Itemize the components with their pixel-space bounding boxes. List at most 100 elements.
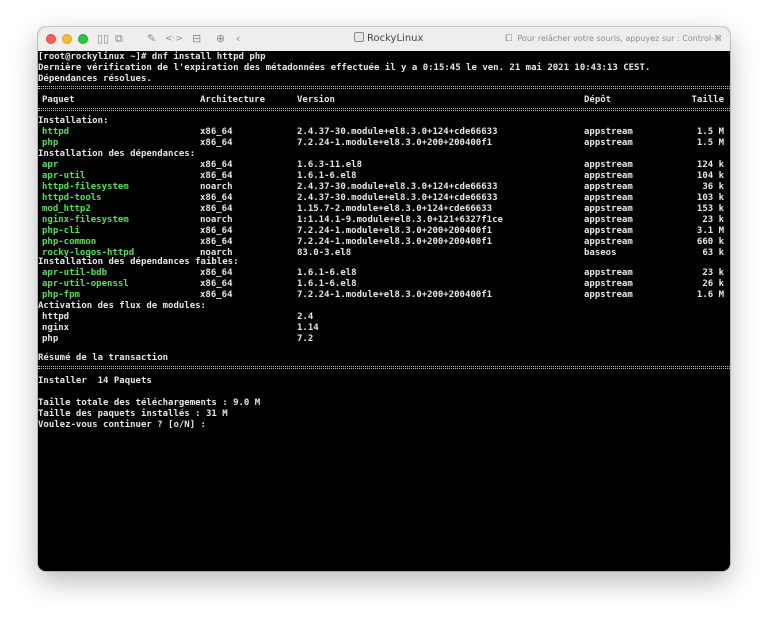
package-row: php-common x86_64 7.2.24-1.module+el8.3.0+… [38,237,730,248]
arrows-icon[interactable]: <·> [165,31,183,47]
package-version: 2.4.37-30.module+el8.3.0+124+cde66633 [297,193,498,203]
back-icon[interactable]: ‹ [236,31,240,47]
package-name: php-cli [42,226,80,236]
wrench-icon[interactable]: ✎ [147,31,156,47]
package-size: 3.1 M [696,226,724,236]
package-arch: x86_64 [200,279,233,289]
package-version: 83.0-3.el8 [297,248,352,258]
package-name: nginx-filesystem [42,215,129,225]
package-version: 7.2.24-1.module+el8.3.0+200+200400f1 [297,226,493,236]
zoom-button[interactable] [78,34,88,44]
package-arch: x86_64 [200,204,233,214]
section-install: Installation: [38,116,109,126]
separator [38,366,730,369]
package-version: 2.4.37-30.module+el8.3.0+124+cde66633 [297,182,498,192]
module-stream: 1.14 [297,323,319,333]
package-version: 7.2.24-1.module+el8.3.0+200+200400f1 [297,138,493,148]
package-arch: x86_64 [200,127,233,137]
separator [38,86,730,89]
section-deps: Installation des dépendances: [38,149,196,159]
package-name: php [42,138,59,148]
document-icon: ⧠ [505,34,513,44]
package-size: 153 k [696,204,724,214]
title-bar: ▯▯ ⧉ ✎ <·> ⊟ ⊕ ‹ RockyLinux ⧠ Pour relâch… [38,27,730,52]
header-package: Paquet [42,95,75,105]
minimize-button[interactable] [62,34,72,44]
summary-install: Installer 14 Paquets [38,376,152,386]
package-size: 23 k [702,268,724,278]
package-size: 1.6 M [696,290,724,300]
package-size: 63 k [702,248,724,258]
package-repo: appstream [584,193,633,203]
package-size: 1.5 M [696,138,724,148]
package-name: httpd [42,127,70,137]
continue-prompt[interactable]: Voulez-vous continuer ? [o/N] : [38,420,206,431]
vm-icon [354,32,364,42]
package-repo: appstream [584,279,633,289]
section-weak: Installation des dépendances faibles: [38,257,239,267]
package-arch: noarch [200,215,233,225]
close-button[interactable] [46,34,56,44]
user-icon[interactable]: ⊕ [216,31,225,47]
package-row: apr-util-openssl x86_64 1.6.1-6.el8 appstre… [38,279,730,290]
package-name: mod_http2 [42,204,91,214]
package-repo: appstream [584,127,633,137]
command-line: [root@rockylinux ~]# dnf install httpd p… [38,52,266,62]
package-name: httpd-tools [42,193,102,203]
package-version: 1.6.3-11.el8 [297,160,363,170]
package-arch: x86_64 [200,268,233,278]
package-arch: x86_64 [200,160,233,170]
header-arch: Architecture [200,95,266,105]
window-title: RockyLinux [354,31,423,47]
package-row: httpd-filesystem noarch 2.4.37-30.module+e… [38,182,730,193]
terminal-screen[interactable]: [root@rockylinux ~]# dnf install httpd p… [38,51,730,571]
module-name: httpd [42,312,70,322]
package-arch: x86_64 [200,226,233,236]
package-size: 26 k [702,279,724,289]
package-arch: noarch [200,182,233,192]
package-version: 1.15.7-2.module+el8.3.0+124+cde66633 [297,204,493,214]
download-size: Taille totale des téléchargements : 9.0 … [38,398,261,408]
package-size: 660 k [696,237,724,247]
package-arch: x86_64 [200,237,233,247]
package-repo: appstream [584,204,633,214]
section-modules: Activation des flux de modules: [38,301,206,311]
package-arch: x86_64 [200,193,233,203]
pause-icon[interactable]: ▯▯ [97,31,109,47]
header-version: Version [297,95,335,105]
module-stream: 7.2 [297,334,314,344]
package-row: nginx-filesystem noarch 1:1.14.1-9.module+… [38,215,730,226]
package-row: apr-util-bdb x86_64 1.6.1-6.el8 appstream 23… [38,268,730,279]
table-header: Paquet Architecture Version Dépôt Taille [38,95,730,106]
drive-icon[interactable]: ⊟ [192,31,201,47]
package-repo: baseos [584,248,617,258]
package-repo: appstream [584,226,633,236]
summary-title: Résumé de la transaction [38,353,169,363]
package-row: php-fpm x86_64 7.2.24-1.module+el8.3.0+200… [38,290,730,301]
package-version: 1.6.1-6.el8 [297,171,357,181]
module-name: php [42,334,59,344]
package-repo: appstream [584,268,633,278]
package-row: php 7.2 [38,334,730,345]
header-repo: Dépôt [584,95,612,105]
package-size: 23 k [702,215,724,225]
package-name: apr-util [42,171,86,181]
package-size: 36 k [702,182,724,192]
package-version: 2.4.37-30.module+el8.3.0+124+cde66633 [297,127,498,137]
package-row: nginx 1.14 [38,323,730,334]
mouse-release-hint: ⧠ Pour relâcher votre souris, appuyez sur… [505,34,722,44]
package-row: apr-util x86_64 1.6.1-6.el8 appstream 104 k [38,171,730,182]
snapshot-icon[interactable]: ⧉ [115,31,123,47]
package-version: 7.2.24-1.module+el8.3.0+200+200400f1 [297,290,493,300]
package-version: 1:1.14.1-9.module+el8.3.0+121+6327f1ce [297,215,503,225]
package-arch: x86_64 [200,290,233,300]
package-size: 124 k [696,160,724,170]
package-row: php x86_64 7.2.24-1.module+el8.3.0+200+200… [38,138,730,149]
package-row: apr x86_64 1.6.3-11.el8 appstream 124 k [38,160,730,171]
package-arch: x86_64 [200,171,233,181]
package-repo: appstream [584,182,633,192]
package-name: apr-util-openssl [42,279,129,289]
metadata-line: Dernière vérification de l'expiration de… [38,63,651,73]
package-repo: appstream [584,138,633,148]
resolved-line: Dépendances résolues. [38,74,152,84]
